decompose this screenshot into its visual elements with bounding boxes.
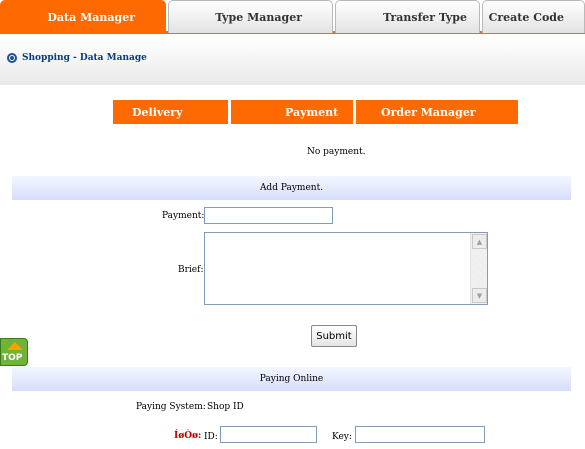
scroll-up-icon[interactable]: ▲ — [472, 234, 487, 249]
brief-textarea[interactable]: ▲ ▼ — [204, 232, 488, 305]
scroll-track[interactable] — [473, 250, 486, 287]
empty-message: No payment. — [307, 147, 366, 157]
garbled-provider-label: ÍøÒø: — [174, 431, 202, 441]
tab-transfer-type[interactable]: Transfer Type — [335, 0, 480, 33]
header-band: Shopping - Data Manage — [0, 37, 585, 85]
submit-button[interactable]: Submit — [311, 325, 357, 347]
payment-input[interactable] — [204, 207, 333, 224]
breadcrumb-label: Shopping - Data Manage — [22, 53, 147, 63]
bullet-icon — [7, 53, 17, 63]
section-title: Add Payment. — [259, 183, 324, 193]
tab-type-manager[interactable]: Type Manager — [168, 0, 333, 33]
breadcrumb: Shopping - Data Manage — [7, 53, 147, 63]
paying-system-label: Paying System: — [136, 402, 206, 412]
vertical-scrollbar[interactable]: ▲ ▼ — [470, 233, 487, 304]
section-header-add-payment: Add Payment. — [12, 176, 571, 200]
key-input[interactable] — [355, 426, 485, 443]
key-label: Key: — [332, 432, 352, 442]
id-label: ID: — [204, 432, 218, 442]
top-tab-bar: Data Manager Type Manager Transfer Type … — [0, 0, 585, 34]
section-title: Paying Online — [259, 374, 324, 384]
brief-label: Brief: — [178, 265, 204, 275]
payment-label: Payment: — [162, 211, 205, 221]
subtab-order-manager[interactable]: Order Manager — [356, 100, 518, 124]
subtab-payment[interactable]: Payment — [231, 100, 353, 124]
scroll-down-icon[interactable]: ▼ — [472, 288, 487, 303]
tab-data-manager[interactable]: Data Manager — [0, 0, 166, 33]
paying-system-value: Shop ID — [207, 402, 244, 412]
top-button-label: TOP — [2, 353, 23, 363]
subtab-delivery[interactable]: Delivery — [113, 100, 228, 124]
up-arrow-icon — [7, 342, 23, 350]
tab-create-code[interactable]: Create Code — [482, 0, 585, 33]
section-header-paying-online: Paying Online — [12, 367, 571, 391]
shop-id-input[interactable] — [220, 426, 317, 443]
back-to-top-button[interactable]: TOP — [0, 338, 28, 366]
